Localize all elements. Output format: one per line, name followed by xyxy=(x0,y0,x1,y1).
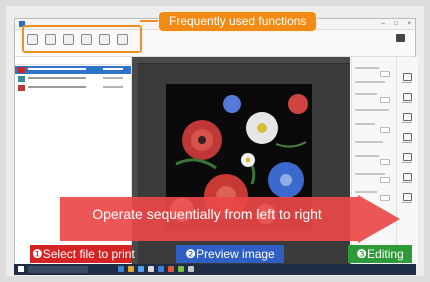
resize-icon xyxy=(402,73,412,81)
setting-field[interactable] xyxy=(380,177,390,183)
setting-label xyxy=(355,141,383,143)
taskbar-app-icon[interactable] xyxy=(118,266,124,272)
window-close-icon[interactable]: × xyxy=(407,20,411,28)
taskbar-app-icon[interactable] xyxy=(128,266,134,272)
edit-tool-button[interactable] xyxy=(402,193,412,203)
file-row[interactable] xyxy=(15,84,131,92)
file-thumbnail xyxy=(18,67,25,73)
window-minimize-icon[interactable]: – xyxy=(382,20,385,28)
edit-tool-button[interactable] xyxy=(402,133,412,143)
setting-field[interactable] xyxy=(380,159,390,165)
file-row[interactable] xyxy=(15,75,131,83)
edit-tool-button[interactable] xyxy=(402,113,412,123)
file-size xyxy=(103,86,123,88)
edit-tool-button[interactable] xyxy=(402,153,412,163)
edit-tool-caption xyxy=(402,82,412,83)
edit-tool-caption xyxy=(402,142,412,143)
taskbar-app-icon[interactable] xyxy=(148,266,154,272)
edit-tool-button[interactable] xyxy=(402,93,412,103)
tile-icon xyxy=(402,193,412,201)
edit-tool-button[interactable] xyxy=(402,173,412,183)
edit-tool-caption xyxy=(402,162,412,163)
taskbar-app-icon[interactable] xyxy=(138,266,144,272)
file-thumbnail xyxy=(18,85,25,91)
file-name xyxy=(28,86,86,88)
file-size xyxy=(103,77,123,79)
taskbar-app-icon[interactable] xyxy=(158,266,164,272)
setting-field[interactable] xyxy=(380,97,390,103)
printer-icon xyxy=(395,34,405,42)
edit-tool-button[interactable] xyxy=(402,73,412,83)
crop-icon xyxy=(402,113,412,121)
setting-field[interactable] xyxy=(380,127,390,133)
setting-label xyxy=(355,123,375,125)
file-thumbnail xyxy=(18,76,25,82)
frequent-functions-callout: Frequently used functions xyxy=(158,11,318,32)
rotate-icon xyxy=(402,93,412,101)
windows-taskbar xyxy=(14,264,416,275)
taskbar-app-icon[interactable] xyxy=(168,266,174,272)
edit-tool-caption xyxy=(402,182,412,183)
setting-label xyxy=(355,173,385,175)
color-icon xyxy=(402,133,412,141)
frequent-functions-highlight xyxy=(22,25,142,53)
setting-label xyxy=(355,155,379,157)
edit-tool-caption xyxy=(402,202,412,203)
setting-label xyxy=(355,67,379,69)
edit-tool-caption xyxy=(402,122,412,123)
file-list-header xyxy=(15,57,131,65)
file-name xyxy=(28,77,86,79)
step-select-file-label: ❶Select file to print xyxy=(30,245,135,263)
taskbar-search-box[interactable] xyxy=(28,266,88,273)
sequence-banner-text: Operate sequentially from left to right xyxy=(92,206,322,222)
file-name xyxy=(28,68,86,70)
setting-label xyxy=(355,81,385,83)
file-row[interactable] xyxy=(15,66,131,74)
taskbar-app-icon[interactable] xyxy=(188,266,194,272)
window-maximize-icon[interactable]: □ xyxy=(394,20,398,28)
setting-field[interactable] xyxy=(380,71,390,77)
callout-connector xyxy=(140,20,160,22)
setting-label xyxy=(355,93,377,95)
toolbar-printer-button[interactable] xyxy=(389,34,411,52)
windows-start-icon[interactable] xyxy=(18,266,24,272)
setting-label xyxy=(355,109,389,111)
taskbar-app-icon[interactable] xyxy=(178,266,184,272)
setting-label xyxy=(355,191,377,193)
step-editing-label: ❸Editing xyxy=(348,245,412,263)
step-preview-image-label: ❷Preview image xyxy=(176,245,284,263)
layer-icon xyxy=(402,153,412,161)
edit-tool-caption xyxy=(402,102,412,103)
file-size xyxy=(103,68,123,70)
mirror-icon xyxy=(402,173,412,181)
ruler-horizontal xyxy=(132,57,350,64)
